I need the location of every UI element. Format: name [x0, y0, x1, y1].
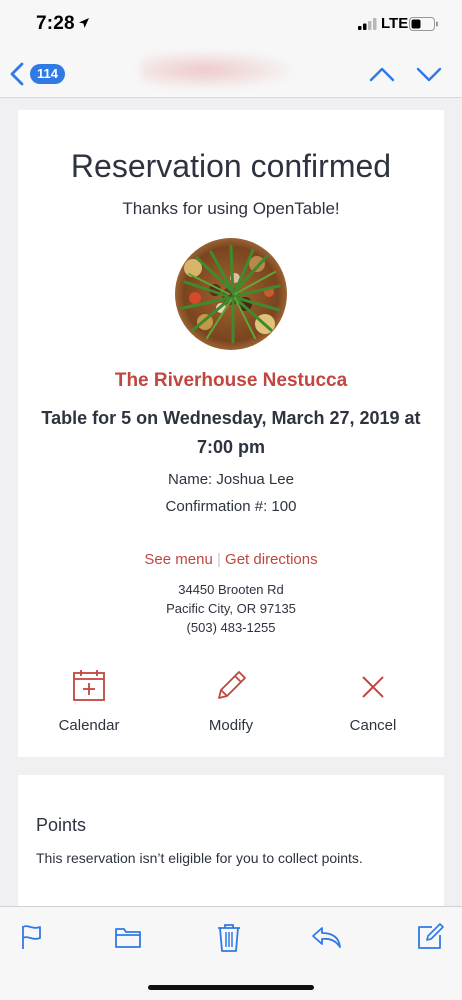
trash-icon[interactable]: [216, 923, 242, 953]
pencil-icon: [218, 671, 246, 699]
see-menu-link[interactable]: See menu: [144, 551, 212, 568]
chevron-up-icon[interactable]: [368, 65, 396, 83]
close-icon: [362, 676, 384, 698]
back-count-badge: 114: [30, 64, 65, 84]
carrier-label: LTE: [381, 15, 409, 32]
links-separator: |: [216, 551, 221, 568]
reply-icon[interactable]: [310, 923, 342, 951]
status-bar: 7:28 LTE: [0, 0, 462, 50]
address-city: Pacific City, OR 97135: [166, 601, 296, 616]
points-title: Points: [36, 815, 87, 835]
restaurant-links: See menu | Get directions: [18, 551, 444, 568]
modify-button[interactable]: Modify: [171, 668, 291, 734]
calendar-label: Calendar: [58, 717, 120, 734]
cancel-button[interactable]: Cancel: [313, 668, 433, 734]
reservation-subtitle: Thanks for using OpenTable!: [122, 199, 340, 218]
folder-icon[interactable]: [114, 923, 142, 951]
points-text: This reservation isn’t eligible for you …: [36, 850, 363, 866]
address-street: 34450 Brooten Rd: [178, 582, 284, 597]
confirmation-number: Confirmation #: 100: [165, 498, 297, 515]
status-time: 7:28: [36, 13, 75, 34]
guest-name: Name: Joshua Lee: [168, 471, 294, 488]
calendar-icon: [73, 670, 105, 701]
flag-icon[interactable]: [20, 923, 44, 951]
location-arrow-icon: [79, 18, 89, 28]
phone-number[interactable]: (503) 483-1255: [18, 620, 444, 635]
blurred-sender: [140, 50, 300, 90]
restaurant-name[interactable]: The Riverhouse Nestucca: [18, 370, 444, 392]
mail-nav-bar: 114: [0, 50, 462, 98]
compose-icon[interactable]: [416, 923, 444, 951]
modify-label: Modify: [208, 717, 254, 734]
back-button[interactable]: 114: [10, 60, 76, 88]
calendar-button[interactable]: Calendar: [29, 668, 149, 734]
back-chevron-icon: [10, 62, 24, 86]
cancel-label: Cancel: [349, 717, 397, 734]
signal-bars-icon: [358, 18, 377, 30]
chevron-down-icon[interactable]: [415, 65, 443, 83]
reservation-title: Reservation confirmed: [70, 148, 392, 184]
reservation-card: Reservation confirmed Thanks for using O…: [18, 110, 444, 757]
home-indicator[interactable]: [148, 985, 314, 990]
get-directions-link[interactable]: Get directions: [225, 551, 318, 568]
table-details: Table for 5 on Wednesday, March 27, 2019…: [41, 408, 421, 457]
restaurant-dish-photo: [175, 238, 287, 350]
battery-icon: [409, 17, 438, 31]
